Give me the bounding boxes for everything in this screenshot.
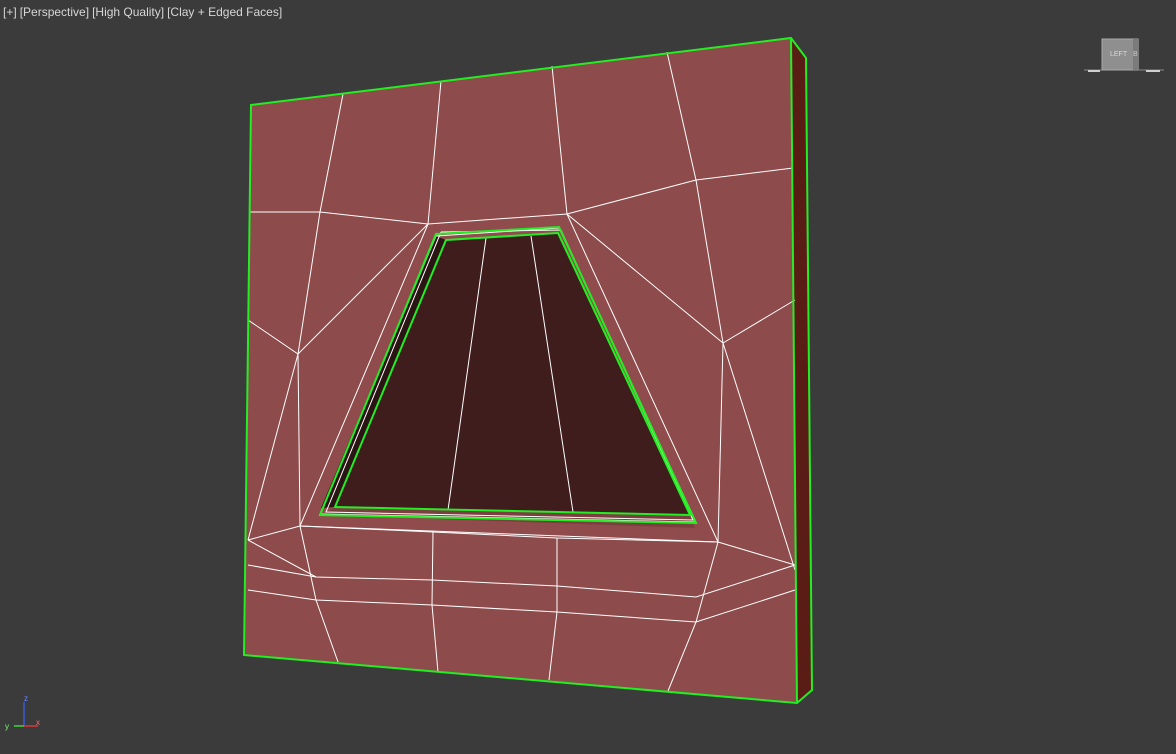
viewcube-widget[interactable]: LEFT B — [1084, 36, 1164, 76]
perspective-viewport[interactable]: [+] [Perspective] [High Quality] [Clay +… — [0, 0, 1176, 754]
viewcube-face-label: LEFT — [1110, 51, 1128, 58]
z-axis-label: z — [24, 694, 28, 703]
scene-canvas[interactable] — [0, 0, 1176, 754]
viewcube-side-label: B — [1133, 51, 1138, 58]
y-axis-label: y — [5, 722, 9, 731]
axis-tripod-gizmo: z x y — [5, 694, 40, 731]
x-axis-label: x — [36, 718, 40, 727]
